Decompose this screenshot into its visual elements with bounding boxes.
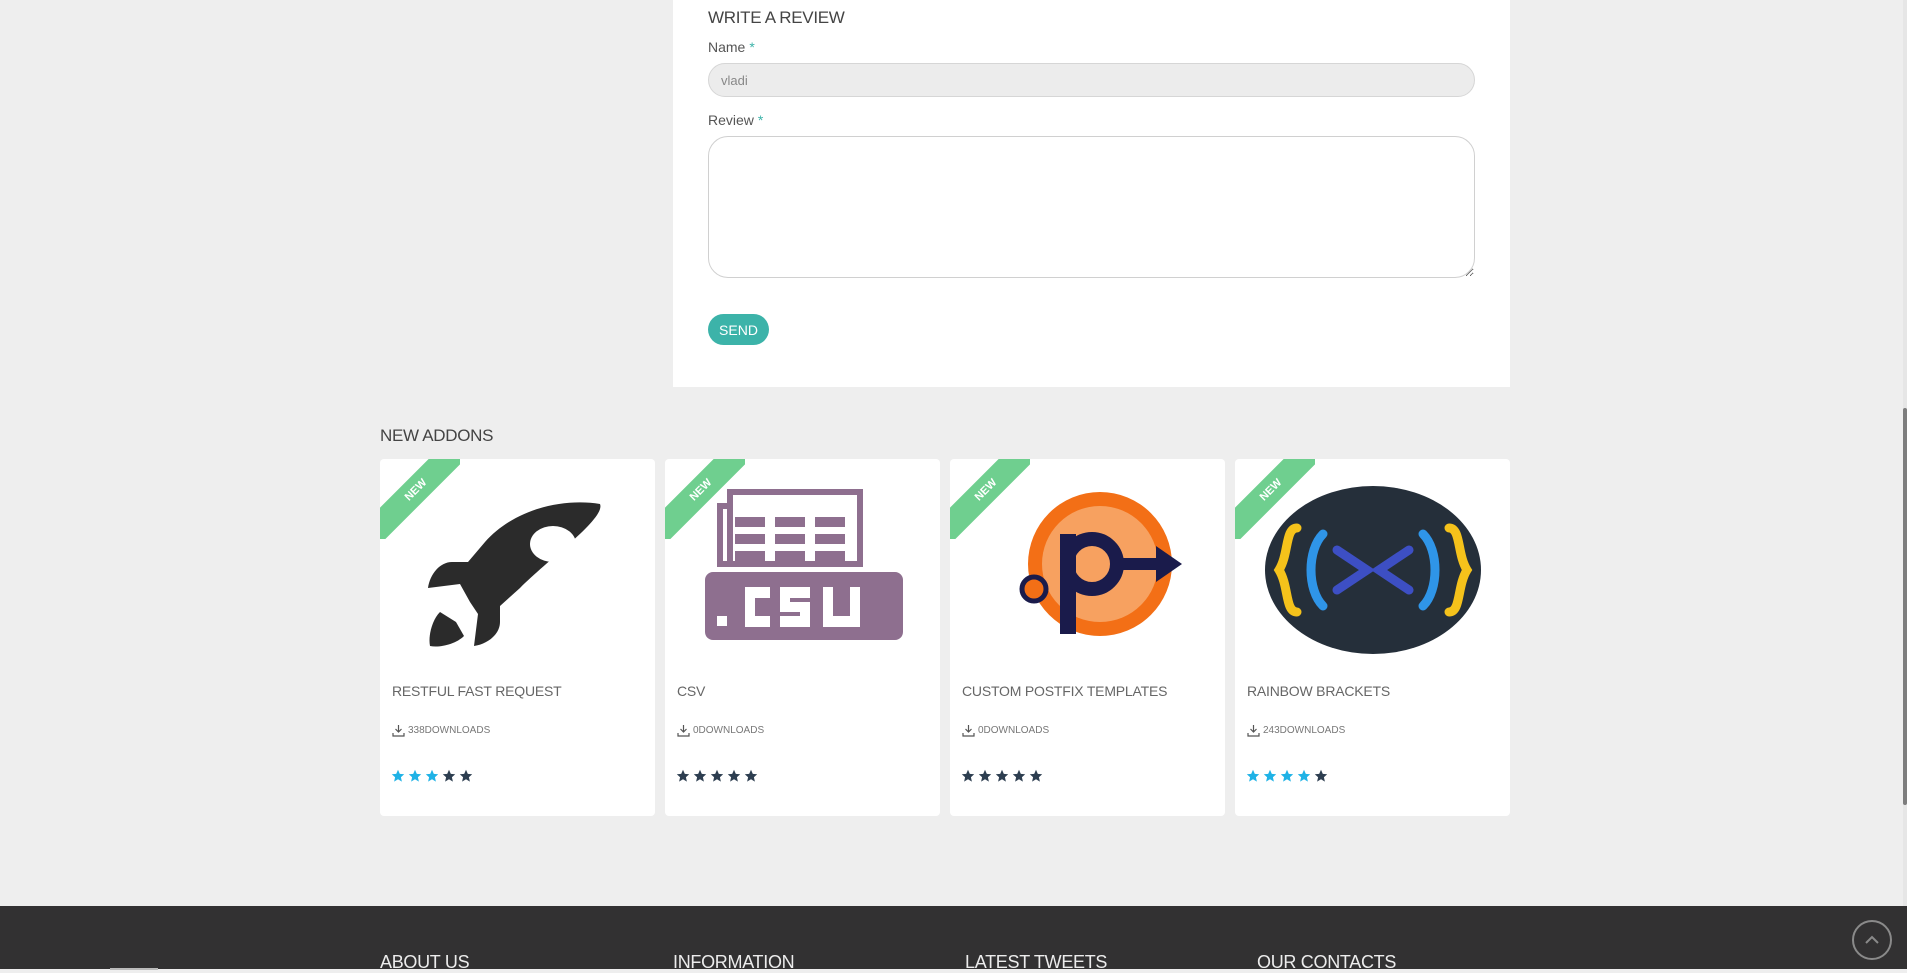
star-empty-icon — [676, 769, 690, 782]
csv-file-icon[interactable] — [685, 484, 920, 659]
rainbow-brackets-icon[interactable] — [1255, 484, 1490, 659]
download-count-text: 0DOWNLOADS — [978, 725, 1050, 736]
addon-card-custom-postfix-templates[interactable]: NEW CUSTOM POSTFIX TEMPLATES 0DOWNLOADS — [950, 459, 1225, 816]
footer-heading-tweets: LATEST TWEETS — [965, 952, 1108, 972]
review-form-title: WRITE A REVIEW — [708, 8, 845, 27]
star-filled-icon — [408, 769, 422, 782]
download-count: 338DOWNLOADS — [392, 724, 490, 737]
star-empty-icon — [995, 769, 1009, 782]
star-filled-icon — [1263, 769, 1277, 782]
star-empty-icon — [1314, 769, 1328, 782]
review-field-label: Review * — [708, 112, 763, 128]
star-filled-icon — [1297, 769, 1311, 782]
download-count: 0DOWNLOADS — [677, 724, 764, 737]
download-count-text: 0DOWNLOADS — [693, 725, 765, 736]
name-field-label: Name * — [708, 39, 755, 55]
postfix-p-arrow-icon[interactable] — [970, 484, 1205, 659]
footer-heading-about: ABOUT US — [380, 952, 470, 972]
review-textarea[interactable] — [708, 136, 1475, 278]
download-count: 0DOWNLOADS — [962, 724, 1049, 737]
addon-card-restful-fast-request[interactable]: NEW RESTFUL FAST REQUEST 338DOWNLOADS — [380, 459, 655, 816]
site-footer: ABOUT US INFORMATION LATEST TWEETS OUR C… — [0, 906, 1907, 972]
send-button[interactable]: SEND — [708, 314, 769, 345]
scroll-to-top-button[interactable] — [1852, 920, 1892, 960]
download-icon — [392, 725, 405, 737]
star-filled-icon — [425, 769, 439, 782]
addon-title[interactable]: CSV — [677, 683, 705, 699]
star-empty-icon — [1012, 769, 1026, 782]
rating-stars — [391, 769, 473, 783]
download-icon — [1247, 725, 1260, 737]
star-empty-icon — [459, 769, 473, 782]
review-label-text: Review — [708, 112, 754, 128]
addon-card-csv[interactable]: NEW CSV 0DOWNLOADS — [665, 459, 940, 816]
footer-heading-information: INFORMATION — [673, 952, 795, 972]
star-filled-icon — [1280, 769, 1294, 782]
required-marker: * — [757, 112, 764, 128]
scrollbar-thumb[interactable] — [1903, 408, 1907, 805]
star-empty-icon — [693, 769, 707, 782]
star-empty-icon — [961, 769, 975, 782]
addon-title[interactable]: RAINBOW BRACKETS — [1247, 683, 1390, 699]
star-empty-icon — [1029, 769, 1043, 782]
chevron-up-icon — [1865, 935, 1879, 944]
rating-stars — [1246, 769, 1328, 783]
addon-title[interactable]: CUSTOM POSTFIX TEMPLATES — [962, 683, 1167, 699]
star-empty-icon — [442, 769, 456, 782]
footer-heading-contacts: OUR CONTACTS — [1257, 952, 1397, 972]
star-filled-icon — [1246, 769, 1260, 782]
rocket-icon[interactable] — [400, 484, 635, 659]
star-empty-icon — [727, 769, 741, 782]
name-label-text: Name — [708, 39, 746, 55]
addon-card-rainbow-brackets[interactable]: NEW RAINBOW BRACKETS 243DOWNLOADS — [1235, 459, 1510, 816]
star-empty-icon — [744, 769, 758, 782]
star-empty-icon — [710, 769, 724, 782]
download-count: 243DOWNLOADS — [1247, 724, 1345, 737]
addon-title[interactable]: RESTFUL FAST REQUEST — [392, 683, 562, 699]
footer-logo — [110, 968, 158, 970]
download-icon — [962, 725, 975, 737]
review-form-panel: WRITE A REVIEW Name* Review* SEND — [673, 0, 1510, 387]
name-input[interactable] — [708, 63, 1475, 97]
required-marker: * — [749, 39, 755, 55]
download-count-text: 243DOWNLOADS — [1263, 725, 1346, 736]
star-empty-icon — [978, 769, 992, 782]
download-icon — [677, 725, 690, 737]
download-count-text: 338DOWNLOADS — [408, 725, 491, 736]
star-filled-icon — [391, 769, 405, 782]
page-scrollbar[interactable] — [1903, 0, 1907, 969]
rating-stars — [961, 769, 1043, 783]
rating-stars — [676, 769, 758, 783]
new-addons-title: NEW ADDONS — [380, 426, 494, 445]
